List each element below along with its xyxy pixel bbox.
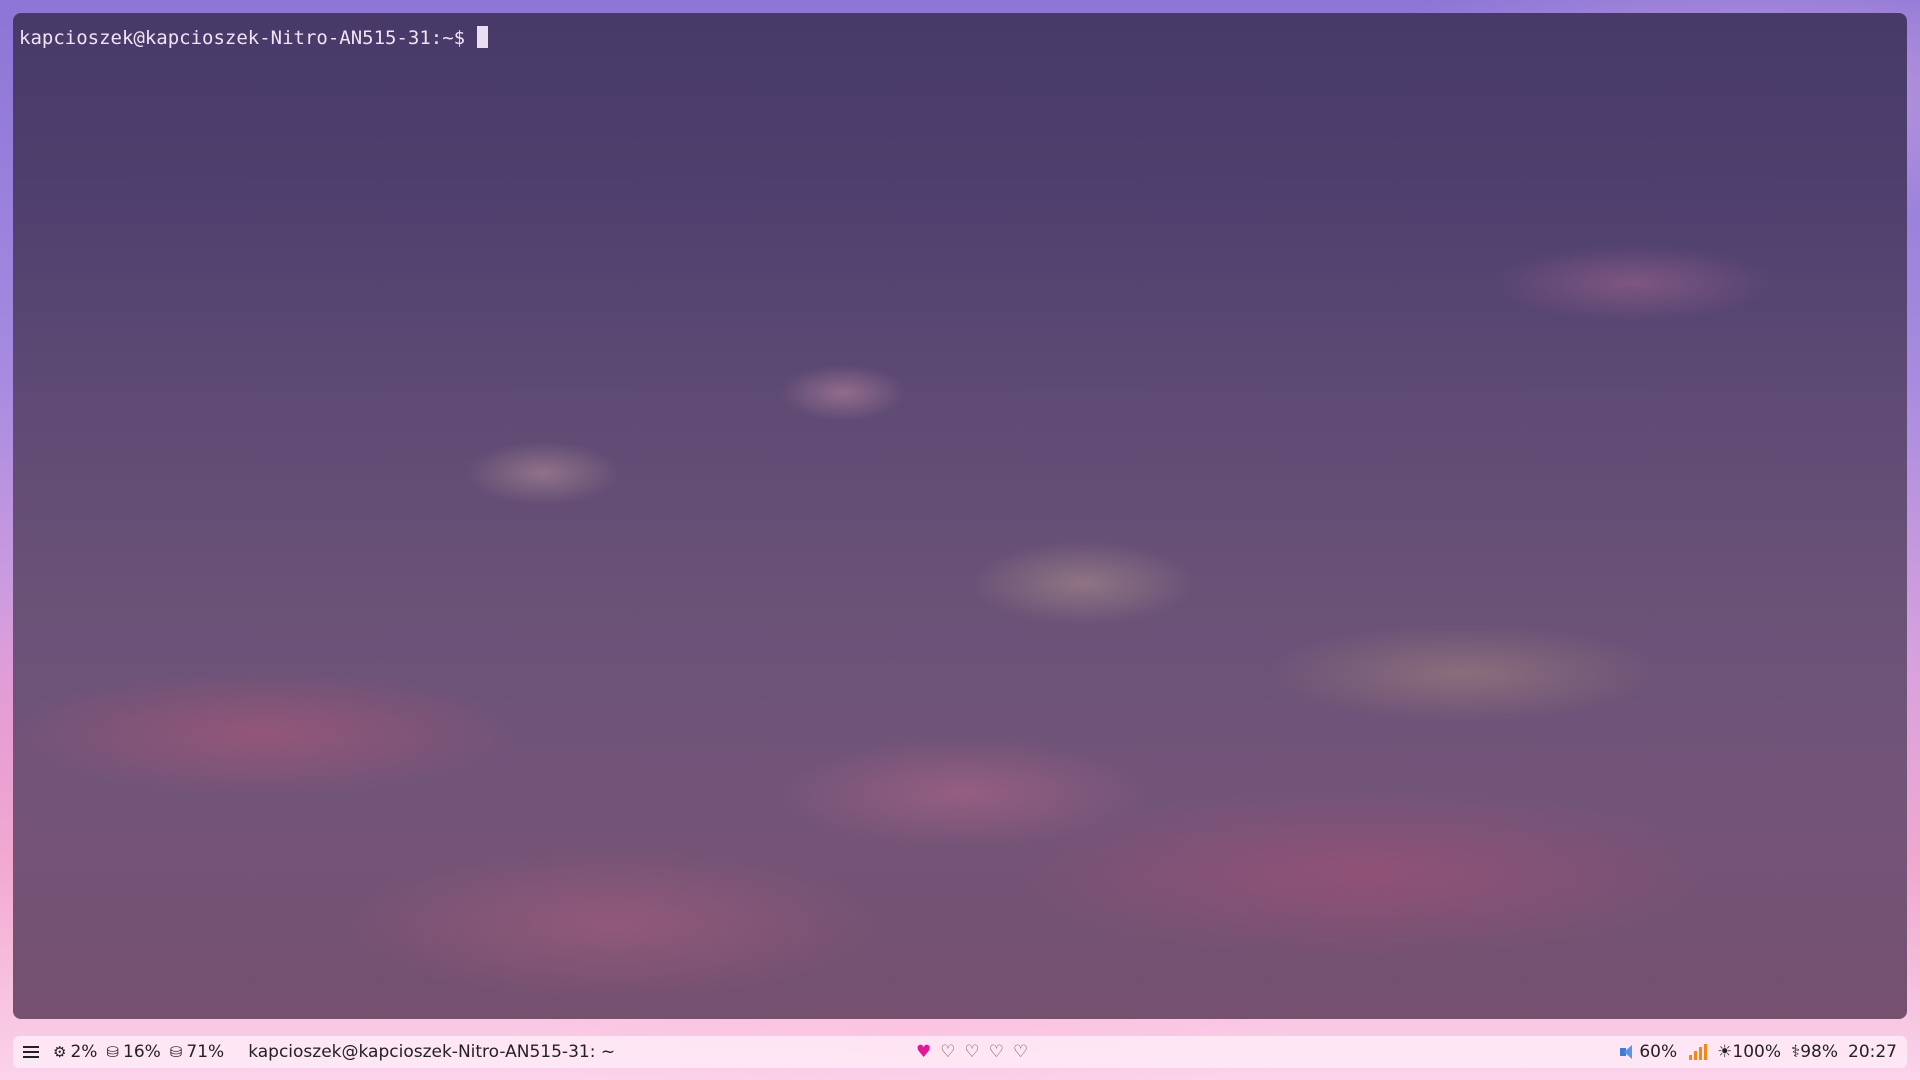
volume-indicator[interactable]: 60% — [1620, 1042, 1677, 1062]
menu-icon[interactable] — [23, 1046, 39, 1058]
battery-indicator[interactable]: ⚕ 98% — [1791, 1042, 1838, 1062]
database-icon: ⛁ — [106, 1043, 120, 1061]
workspace-1-heart-icon[interactable]: ♥ — [916, 1042, 931, 1062]
system-tray: 60% ☀ 100% ⚕ 98% 20:27 — [1610, 1036, 1897, 1068]
shell-prompt: kapcioszek@kapcioszek-Nitro-AN515-31:~$ — [19, 27, 466, 49]
status-bar: ⚙ 2% ⛁ 16% ⛁ 71% kapcioszek@kapcioszek-N… — [13, 1036, 1907, 1068]
active-window-title[interactable]: kapcioszek@kapcioszek-Nitro-AN515-31: ~ — [248, 1042, 615, 1062]
workspace-2-heart-icon[interactable]: ♡ — [940, 1042, 955, 1062]
wifi-signal-icon[interactable] — [1689, 1044, 1708, 1060]
terminal-prompt-line[interactable]: kapcioszek@kapcioszek-Nitro-AN515-31:~$ — [19, 26, 489, 50]
brightness-indicator[interactable]: ☀ 100% — [1717, 1042, 1781, 1062]
disk-value: 71% — [186, 1042, 225, 1062]
database-icon: ⛁ — [169, 1043, 183, 1061]
cpu-value: 2% — [70, 1042, 98, 1062]
workspace-switcher: ♥ ♡ ♡ ♡ ♡ — [916, 1036, 1028, 1068]
clock[interactable]: 20:27 — [1848, 1042, 1897, 1062]
battery-value: 98% — [1800, 1042, 1838, 1062]
memory-usage: ⛁ 16% — [106, 1042, 160, 1062]
workspace-5-heart-icon[interactable]: ♡ — [1013, 1042, 1028, 1062]
memory-value: 16% — [123, 1042, 161, 1062]
cpu-icon: ⚙ — [53, 1043, 67, 1061]
volume-value: 60% — [1639, 1042, 1678, 1062]
workspace-3-heart-icon[interactable]: ♡ — [965, 1042, 980, 1062]
cpu-usage: ⚙ 2% — [53, 1042, 97, 1062]
brightness-value: 100% — [1732, 1042, 1781, 1062]
disk-usage: ⛁ 71% — [170, 1042, 224, 1062]
charging-plug-icon: ⚕ — [1791, 1042, 1801, 1062]
speaker-icon — [1620, 1045, 1634, 1059]
workspace-4-heart-icon[interactable]: ♡ — [989, 1042, 1004, 1062]
terminal-window[interactable]: kapcioszek@kapcioszek-Nitro-AN515-31:~$ — [13, 13, 1907, 1019]
sun-icon: ☀ — [1717, 1042, 1733, 1062]
text-cursor — [477, 26, 489, 48]
